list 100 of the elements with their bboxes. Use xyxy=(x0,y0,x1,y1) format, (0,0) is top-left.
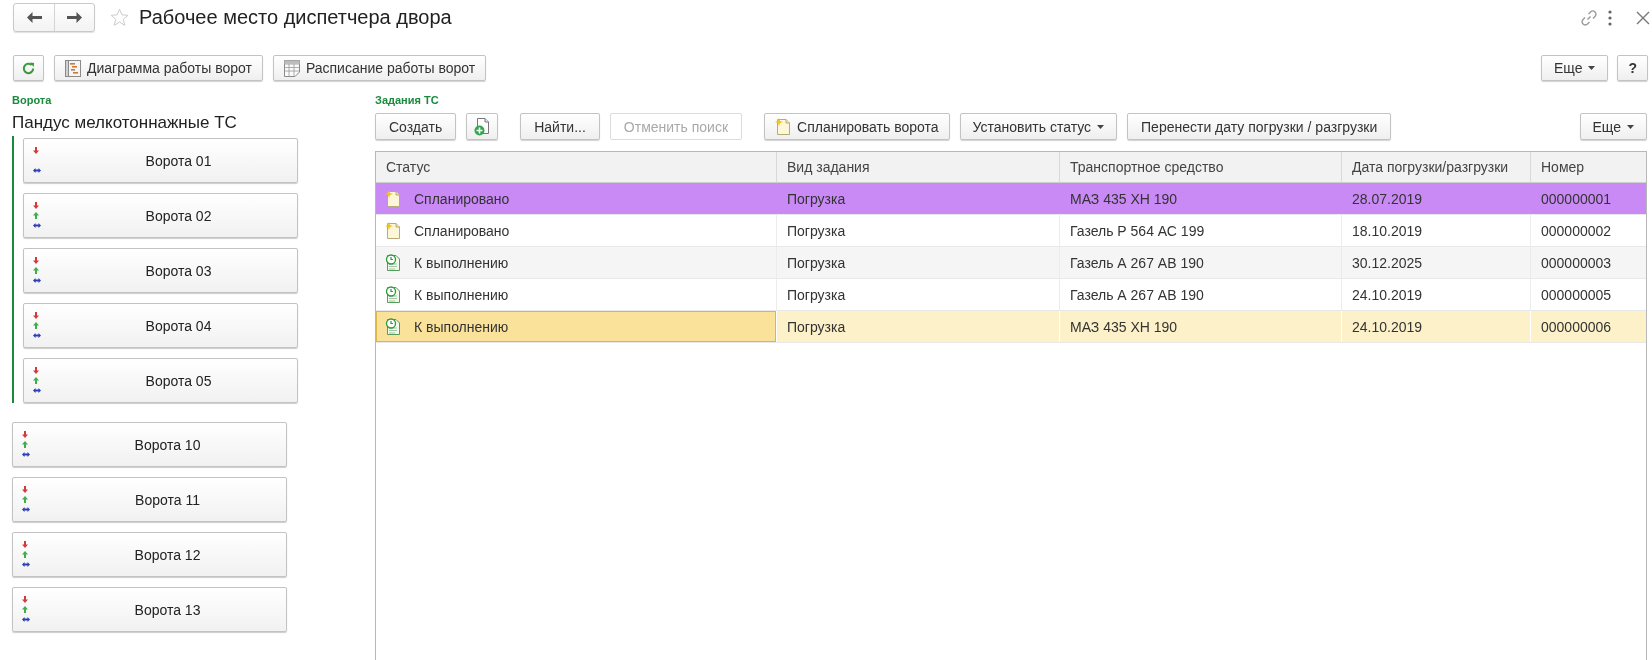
double-arrow-icon xyxy=(22,617,30,622)
column-header[interactable]: Дата погрузки/разгрузки xyxy=(1342,152,1531,182)
column-header[interactable]: Транспортное средство xyxy=(1060,152,1342,182)
up-arrow-icon xyxy=(22,441,28,448)
down-arrow-icon xyxy=(22,596,28,603)
help-button[interactable]: ? xyxy=(1617,55,1648,81)
schedule-button[interactable]: Расписание работы ворот xyxy=(272,55,487,81)
table-cell: Погрузка xyxy=(777,311,1060,342)
add-document-icon xyxy=(474,117,491,136)
gate-button[interactable]: Ворота 12 xyxy=(12,532,287,577)
table-row[interactable]: К выполнению Погрузка МАЗ 435 ХН 190 24.10.2019 000000006 xyxy=(376,311,1646,343)
down-arrow-icon xyxy=(33,367,39,374)
status-text: К выполнению xyxy=(414,286,509,303)
table-cell: Погрузка xyxy=(777,279,1060,310)
table-cell: 18.10.2019 xyxy=(1342,215,1531,246)
star-document-icon xyxy=(775,118,792,135)
table-cell-text: 000000006 xyxy=(1540,317,1613,337)
more-menu-icon[interactable] xyxy=(1608,9,1612,26)
table-cell: 30.12.2025 xyxy=(1342,247,1531,278)
link-icon[interactable] xyxy=(1580,8,1598,27)
table-cell-text: 000000003 xyxy=(1540,253,1613,273)
down-arrow-icon xyxy=(33,147,39,154)
up-arrow-icon xyxy=(22,606,28,613)
set-status-button[interactable]: Установить статус xyxy=(959,113,1118,140)
table-cell: Погрузка xyxy=(777,247,1060,278)
down-arrow-icon xyxy=(33,202,39,209)
table-row[interactable]: Спланировано Погрузка МАЗ 435 ХН 190 28.07.2019 000000001 xyxy=(376,183,1646,215)
table-row[interactable]: К выполнению Погрузка Газель А 267 АВ 190 24.10.2019 000000005 xyxy=(376,279,1646,311)
group-title: Пандус мелкотоннажные ТС xyxy=(12,112,237,134)
table-cell: Газель А 267 АВ 190 xyxy=(1060,279,1342,310)
status-text: Спланировано xyxy=(414,190,510,207)
column-header[interactable]: Статус xyxy=(376,152,777,182)
refresh-button[interactable] xyxy=(13,55,44,81)
section-label: Задания ТС xyxy=(375,94,439,107)
down-arrow-icon xyxy=(22,541,28,548)
double-arrow-icon xyxy=(33,168,41,173)
double-arrow-icon xyxy=(22,507,30,512)
favorite-star-icon[interactable] xyxy=(110,8,129,27)
up-arrow-icon xyxy=(22,551,28,558)
table-cell-text: 000000002 xyxy=(1540,221,1613,241)
move-date-button[interactable]: Перенести дату погрузки / разгрузки xyxy=(1127,113,1392,140)
down-arrow-icon xyxy=(33,312,39,319)
gate-button[interactable]: Ворота 05 xyxy=(23,358,298,403)
table-cell: МАЗ 435 ХН 190 xyxy=(1060,311,1342,342)
window-title: Рабочее место диспетчера двора xyxy=(139,6,452,29)
close-icon[interactable] xyxy=(1636,10,1650,25)
table-cell: Газель Р 564 АС 199 xyxy=(1060,215,1342,246)
status-text: К выполнению xyxy=(414,254,509,271)
table-cell: МАЗ 435 ХН 190 xyxy=(1060,183,1342,214)
down-arrow-icon xyxy=(22,431,28,438)
table-cell: Погрузка xyxy=(777,183,1060,214)
gate-button[interactable]: Ворота 10 xyxy=(12,422,287,467)
diagram-button[interactable]: Диаграмма работы ворот xyxy=(54,55,263,81)
column-header[interactable]: Вид задания xyxy=(777,152,1060,182)
table-row[interactable]: Спланировано Погрузка Газель Р 564 АС 199 18.10.2019 000000002 xyxy=(376,215,1646,247)
section-label: Ворота xyxy=(12,94,53,107)
up-arrow-icon xyxy=(33,267,39,274)
table-cell-text: 000000001 xyxy=(1540,189,1613,209)
up-arrow-icon xyxy=(33,377,39,384)
more-button[interactable]: Еще xyxy=(1579,113,1647,140)
table-cell: 24.10.2019 xyxy=(1342,311,1531,342)
table-cell: Газель А 267 АВ 190 xyxy=(1060,247,1342,278)
gate-button[interactable]: Ворота 11 xyxy=(12,477,287,522)
double-arrow-icon xyxy=(33,388,41,393)
status-text: Спланировано xyxy=(414,222,510,239)
status-text: К выполнению xyxy=(414,318,509,335)
more-button[interactable]: Еще xyxy=(1540,55,1609,81)
caret-icon xyxy=(1097,124,1105,129)
gate-button[interactable]: Ворота 01 xyxy=(23,138,298,183)
column-header[interactable]: Номер xyxy=(1531,152,1646,182)
caret-icon xyxy=(1588,66,1596,70)
table-cell: 28.07.2019 xyxy=(1342,183,1531,214)
table-cell: Погрузка xyxy=(777,215,1060,246)
table-row[interactable]: К выполнению Погрузка Газель А 267 АВ 190 30.12.2025 000000003 xyxy=(376,247,1646,279)
plan-gates-button[interactable]: Спланировать ворота xyxy=(764,113,950,140)
double-arrow-icon xyxy=(33,223,41,228)
double-arrow-icon xyxy=(22,452,30,457)
back-arrow-icon xyxy=(26,12,42,23)
table-cell-text: 000000005 xyxy=(1540,285,1613,305)
table-document-icon xyxy=(283,59,300,77)
up-arrow-icon xyxy=(33,322,39,329)
up-arrow-icon xyxy=(33,212,39,219)
gate-button[interactable]: Ворота 04 xyxy=(23,303,298,348)
up-arrow-icon xyxy=(22,496,28,503)
forward-arrow-icon xyxy=(67,12,82,23)
refresh-icon xyxy=(21,60,36,76)
create-button[interactable]: Создать xyxy=(375,113,457,140)
current-cell[interactable]: К выполнению xyxy=(376,311,777,342)
gate-button[interactable]: Ворота 13 xyxy=(12,587,287,632)
double-arrow-icon xyxy=(33,333,41,338)
caret-icon xyxy=(1627,124,1634,129)
down-arrow-icon xyxy=(33,257,39,264)
down-arrow-icon xyxy=(22,486,28,493)
double-arrow-icon xyxy=(22,562,30,567)
table-cell: 24.10.2019 xyxy=(1342,279,1531,310)
find-button[interactable]: Найти... xyxy=(520,113,600,140)
gate-button[interactable]: Ворота 02 xyxy=(23,193,298,238)
chart-document-icon xyxy=(65,59,81,77)
add-document-button[interactable] xyxy=(466,113,499,140)
gate-button[interactable]: Ворота 03 xyxy=(23,248,298,293)
